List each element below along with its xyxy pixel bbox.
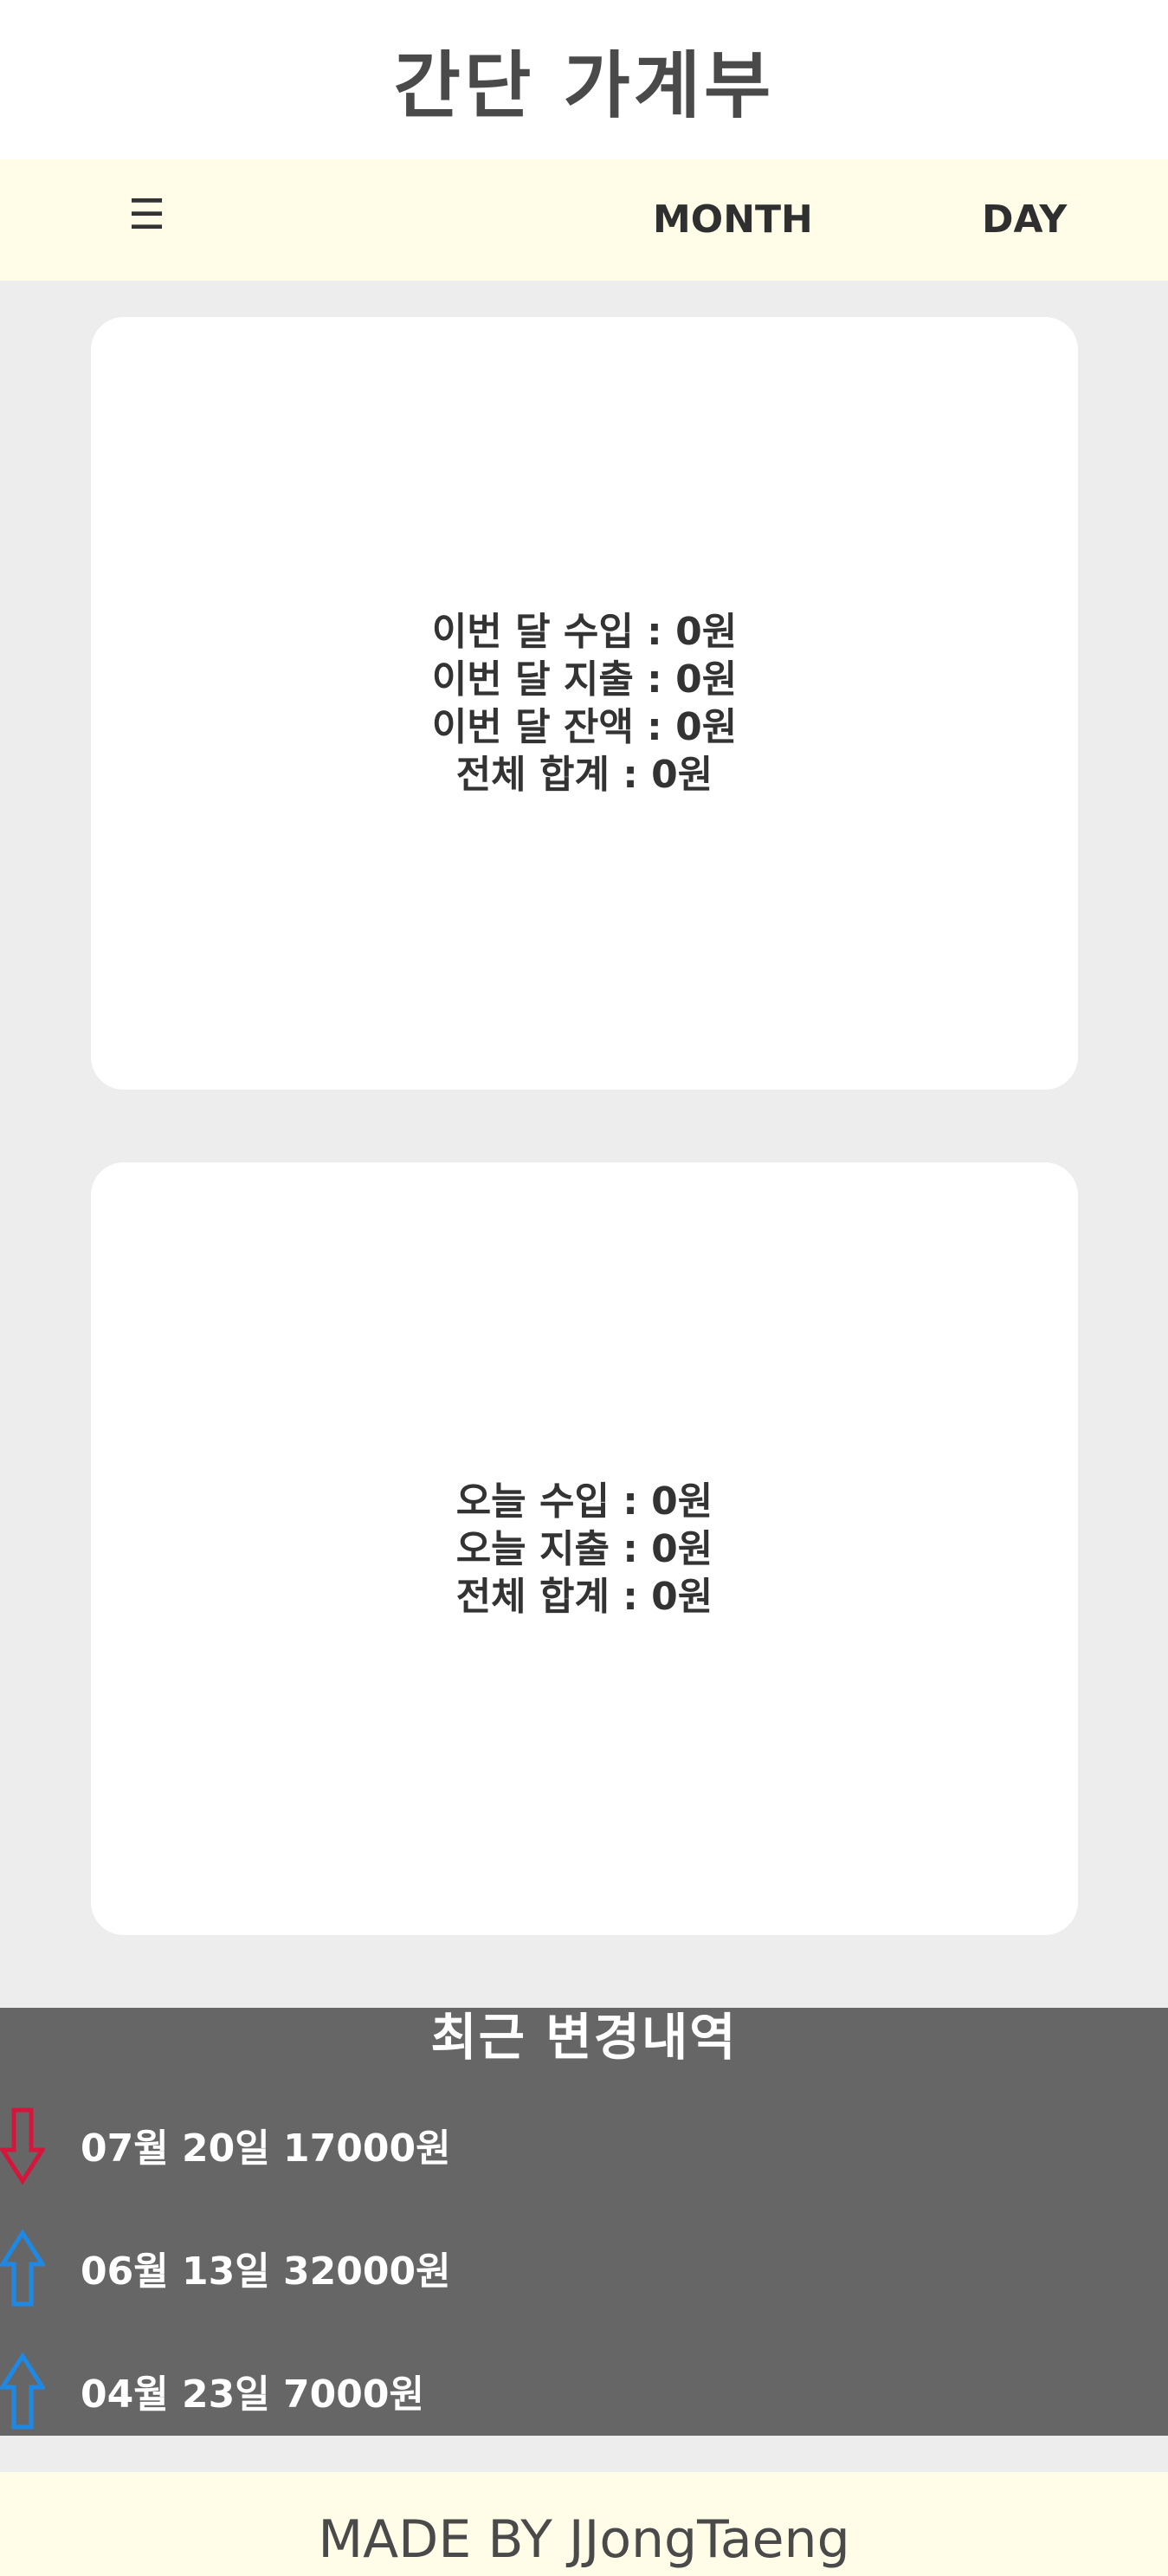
app-title: 간단 가계부	[393, 42, 775, 128]
arrow-up-icon	[0, 2353, 45, 2430]
recent-item-text: 07월 20일 17000원	[81, 2126, 451, 2171]
footer: MADE BY JJongTaeng	[0, 2472, 1168, 2576]
month-balance: 이번 달 잔액 : 0원	[431, 705, 738, 749]
tab-month[interactable]: MONTH	[653, 197, 813, 242]
menu-icon[interactable]: ☰	[128, 191, 165, 239]
day-total: 전체 합계 : 0원	[455, 1574, 713, 1619]
recent-item[interactable]: 04월 23일 7000원	[0, 2353, 1168, 2430]
month-income: 이번 달 수입 : 0원	[431, 610, 738, 654]
recent-item-text: 04월 23일 7000원	[81, 2372, 424, 2417]
nav-bar: ☰ MONTH DAY	[0, 159, 1168, 281]
tab-day[interactable]: DAY	[982, 197, 1067, 242]
recent-item[interactable]: 07월 20일 17000원	[0, 2107, 1168, 2184]
footer-credit: MADE BY JJongTaeng	[318, 2509, 850, 2570]
month-summary-card: 이번 달 수입 : 0원 이번 달 지출 : 0원 이번 달 잔액 : 0원 전…	[91, 317, 1078, 1090]
day-income: 오늘 수입 : 0원	[455, 1479, 713, 1524]
recent-item-text: 06월 13일 32000원	[81, 2249, 451, 2294]
month-expense: 이번 달 지출 : 0원	[431, 657, 738, 702]
arrow-down-icon	[0, 2107, 45, 2184]
recent-item[interactable]: 06월 13일 32000원	[0, 2230, 1168, 2307]
recent-changes-section: 최근 변경내역 07월 20일 17000원 06월 13일 32000원 04…	[0, 2008, 1168, 2436]
arrow-up-icon	[0, 2230, 45, 2307]
app-header: 간단 가계부	[0, 0, 1168, 159]
month-total: 전체 합계 : 0원	[455, 753, 713, 797]
day-summary-card: 오늘 수입 : 0원 오늘 지출 : 0원 전체 합계 : 0원	[91, 1162, 1078, 1935]
day-expense: 오늘 지출 : 0원	[455, 1526, 713, 1571]
recent-changes-title: 최근 변경내역	[430, 2008, 738, 2067]
